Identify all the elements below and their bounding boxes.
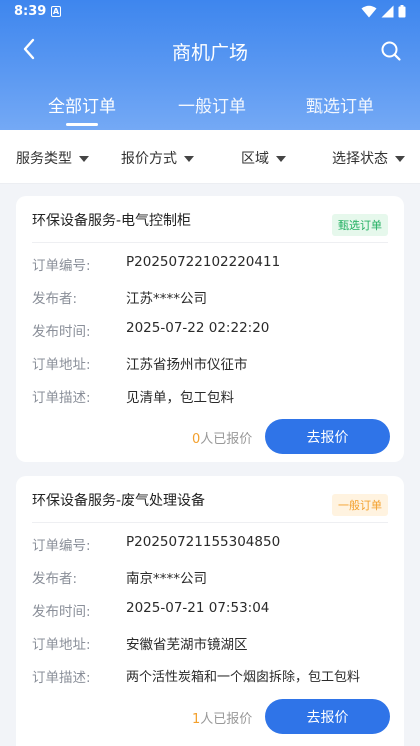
dropdown-arrow-icon bbox=[276, 155, 286, 162]
address-row: 订单地址: 安徽省芜湖市镜湖区 bbox=[32, 633, 248, 653]
quote-count-suffix: 人已报价 bbox=[200, 712, 253, 727]
active-tab-indicator bbox=[66, 123, 98, 126]
publish-time-value: 2025-07-22 02:22:20 bbox=[126, 320, 270, 336]
publish-time-label: 发布时间: bbox=[32, 324, 91, 340]
quote-count-suffix: 人已报价 bbox=[200, 432, 253, 447]
app-header: 8:39 A 商机广场 全部订单 一般订单 甄选订单 bbox=[0, 0, 420, 130]
search-icon bbox=[381, 41, 401, 61]
status-time: 8:39 bbox=[14, 4, 47, 19]
tab-selected-orders[interactable]: 甄选订单 bbox=[306, 92, 374, 117]
filter-bar: 服务类型 报价方式 区域 选择状态 bbox=[0, 130, 420, 184]
status-icons bbox=[361, 5, 406, 18]
order-no-value: P20250722102220411 bbox=[126, 254, 281, 270]
quote-button[interactable]: 去报价 bbox=[265, 699, 390, 734]
description-value: 见清单，包工包料 bbox=[126, 390, 234, 406]
address-label: 订单地址: bbox=[32, 637, 91, 653]
order-no-row: 订单编号: P20250722102220411 bbox=[32, 254, 280, 274]
address-label: 订单地址: bbox=[32, 357, 91, 373]
publish-time-row: 发布时间: 2025-07-21 07:53:04 bbox=[32, 600, 269, 620]
address-value: 江苏省扬州市仪征市 bbox=[126, 357, 248, 373]
description-value: 两个活性炭箱和一个烟囱拆除，包工包料 bbox=[126, 670, 361, 685]
order-no-label: 订单编号: bbox=[32, 538, 91, 554]
wifi-icon bbox=[361, 5, 377, 18]
filter-label: 选择状态 bbox=[332, 151, 388, 167]
description-row: 订单描述: 两个活性炭箱和一个烟囱拆除，包工包料 bbox=[32, 666, 360, 686]
quote-button[interactable]: 去报价 bbox=[265, 419, 390, 454]
filter-label: 区域 bbox=[241, 151, 269, 167]
publisher-row: 发布者: 江苏****公司 bbox=[32, 287, 207, 307]
publish-time-value: 2025-07-21 07:53:04 bbox=[126, 600, 270, 616]
filter-region[interactable]: 区域 bbox=[241, 148, 286, 168]
order-type-badge: 一般订单 bbox=[332, 494, 388, 516]
divider bbox=[32, 522, 388, 523]
filter-label: 服务类型 bbox=[16, 151, 72, 167]
dropdown-arrow-icon bbox=[395, 155, 405, 162]
description-label: 订单描述: bbox=[32, 390, 91, 406]
publish-time-label: 发布时间: bbox=[32, 604, 91, 620]
status-bar: 8:39 A bbox=[0, 0, 420, 24]
cellular-signal-icon bbox=[381, 5, 394, 18]
order-title: 环保设备服务-电气控制柜 bbox=[32, 213, 192, 229]
dropdown-arrow-icon bbox=[184, 155, 194, 162]
notification-icon: A bbox=[51, 6, 61, 17]
divider bbox=[32, 242, 388, 243]
order-type-badge: 甄选订单 bbox=[332, 214, 388, 236]
tab-normal-orders[interactable]: 一般订单 bbox=[178, 92, 246, 117]
filter-status[interactable]: 选择状态 bbox=[332, 148, 405, 168]
order-tabs: 全部订单 一般订单 甄选订单 bbox=[0, 92, 420, 130]
address-value: 安徽省芜湖市镜湖区 bbox=[126, 637, 248, 653]
order-no-label: 订单编号: bbox=[32, 258, 91, 274]
page-title: 商机广场 bbox=[171, 42, 248, 64]
search-button[interactable] bbox=[380, 40, 402, 62]
tab-all-orders[interactable]: 全部订单 bbox=[48, 92, 116, 117]
publisher-value: 江苏****公司 bbox=[126, 291, 207, 307]
order-card[interactable]: 环保设备服务-废气处理设备 一般订单 订单编号: P20250721155304… bbox=[16, 476, 404, 746]
description-label: 订单描述: bbox=[32, 670, 91, 686]
publisher-label: 发布者: bbox=[32, 571, 78, 587]
order-title: 环保设备服务-废气处理设备 bbox=[32, 493, 206, 509]
publisher-value: 南京****公司 bbox=[126, 571, 207, 587]
publisher-label: 发布者: bbox=[32, 291, 78, 307]
publisher-row: 发布者: 南京****公司 bbox=[32, 567, 207, 587]
quote-count: 1人已报价 bbox=[192, 708, 252, 727]
publish-time-row: 发布时间: 2025-07-22 02:22:20 bbox=[32, 320, 269, 340]
filter-service-type[interactable]: 服务类型 bbox=[16, 148, 89, 168]
dropdown-arrow-icon bbox=[79, 155, 89, 162]
filter-quote-method[interactable]: 报价方式 bbox=[121, 148, 194, 168]
order-no-row: 订单编号: P20250721155304850 bbox=[32, 534, 280, 554]
order-card[interactable]: 环保设备服务-电气控制柜 甄选订单 订单编号: P202507221022204… bbox=[16, 196, 404, 462]
quote-count: 0人已报价 bbox=[192, 428, 252, 447]
filter-label: 报价方式 bbox=[121, 151, 177, 167]
battery-icon bbox=[398, 5, 406, 18]
address-row: 订单地址: 江苏省扬州市仪征市 bbox=[32, 353, 248, 373]
order-no-value: P20250721155304850 bbox=[126, 534, 281, 550]
description-row: 订单描述: 见清单，包工包料 bbox=[32, 386, 234, 406]
